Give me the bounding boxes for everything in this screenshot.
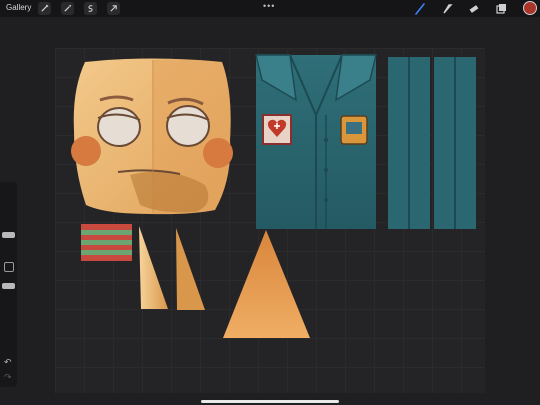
- undo-button[interactable]: ↶: [4, 357, 12, 368]
- ear-triangle-left: [139, 226, 168, 309]
- face-texture: [71, 58, 233, 215]
- procreate-app: Gallery ••• ↶ ↷: [0, 0, 540, 405]
- ear-triangle-right: [176, 228, 205, 310]
- sleeve-texture-right: [434, 57, 476, 229]
- modify-button[interactable]: [4, 262, 14, 272]
- opacity-slider[interactable]: [2, 283, 15, 289]
- brush-size-slider[interactable]: [2, 232, 15, 238]
- left-sidebar: ↶ ↷: [0, 182, 17, 387]
- nose-triangle: [223, 230, 310, 338]
- artwork: [71, 54, 476, 338]
- redo-button[interactable]: ↷: [4, 372, 12, 383]
- shirt-front-texture: [255, 54, 377, 229]
- sleeve-texture-left: [388, 57, 430, 229]
- home-indicator[interactable]: [201, 400, 339, 403]
- striped-swatch: [81, 224, 132, 261]
